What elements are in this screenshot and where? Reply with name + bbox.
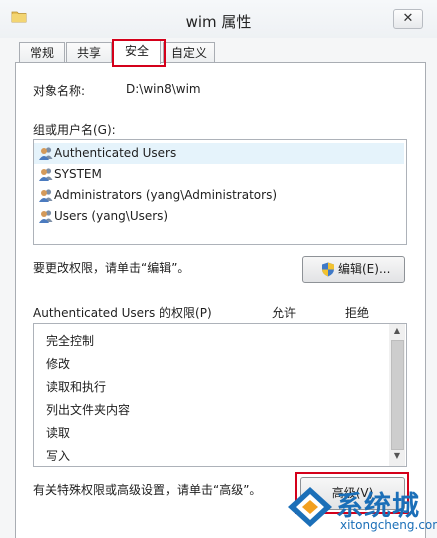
user-label: Administrators (yang\Administrators) [54,188,278,202]
close-button[interactable]: ✕ [393,9,423,29]
deny-column-header: 拒绝 [345,306,370,320]
permission-item: 读取和执行 [46,380,107,394]
tab-security-highlight [112,39,166,67]
allow-column-header: 允许 [272,306,297,320]
permissions-title: Authenticated Users 的权限(P) [33,306,212,320]
object-name-value: D:\win8\wim [126,82,201,96]
users-icon [39,147,53,160]
user-label: Users (yang\Users) [54,209,169,223]
permission-item: 列出文件夹内容 [46,403,131,417]
permissions-listbox[interactable]: 完全控制 修改 读取和执行 列出文件夹内容 读取 写入 ▲ ▼ [33,323,407,467]
user-system[interactable]: SYSTEM [34,164,404,185]
groups-label: 组或用户名(G): [33,123,116,137]
user-administrators[interactable]: Administrators (yang\Administrators) [34,185,404,206]
groups-listbox[interactable]: Authenticated Users SYSTEM Administrator… [33,139,407,245]
edit-button-label: 编辑(E)... [338,262,391,276]
user-label: Authenticated Users [54,146,177,160]
permission-item: 完全控制 [46,334,95,348]
permission-item: 读取 [46,426,71,440]
advanced-hint: 有关特殊权限或高级设置，请单击“高级”。 [33,483,262,497]
tab-customize[interactable]: 自定义 [163,42,215,63]
scroll-thumb[interactable] [391,340,404,450]
watermark-url: xitongcheng.com [340,518,437,532]
users-icon [39,168,53,181]
object-name-label: 对象名称: [33,84,86,98]
edit-button[interactable]: 编辑(E)... [302,256,405,283]
edit-hint: 要更改权限，请单击“编辑”。 [33,261,190,275]
user-authenticated-users[interactable]: Authenticated Users [34,143,404,164]
watermark-logo-icon [288,487,332,527]
permission-item: 写入 [46,449,71,463]
users-icon [39,210,53,223]
user-label: SYSTEM [54,167,102,181]
users-icon [39,189,53,202]
tab-sharing[interactable]: 共享 [66,42,112,63]
tab-general[interactable]: 常规 [19,42,65,63]
window-title: wim 属性 [185,13,252,31]
permission-item: 修改 [46,357,71,371]
scroll-down-icon[interactable]: ▼ [389,451,405,463]
close-icon: ✕ [402,11,414,26]
uac-shield-icon [322,262,334,277]
user-users[interactable]: Users (yang\Users) [34,206,404,227]
scroll-up-icon[interactable]: ▲ [389,326,405,338]
